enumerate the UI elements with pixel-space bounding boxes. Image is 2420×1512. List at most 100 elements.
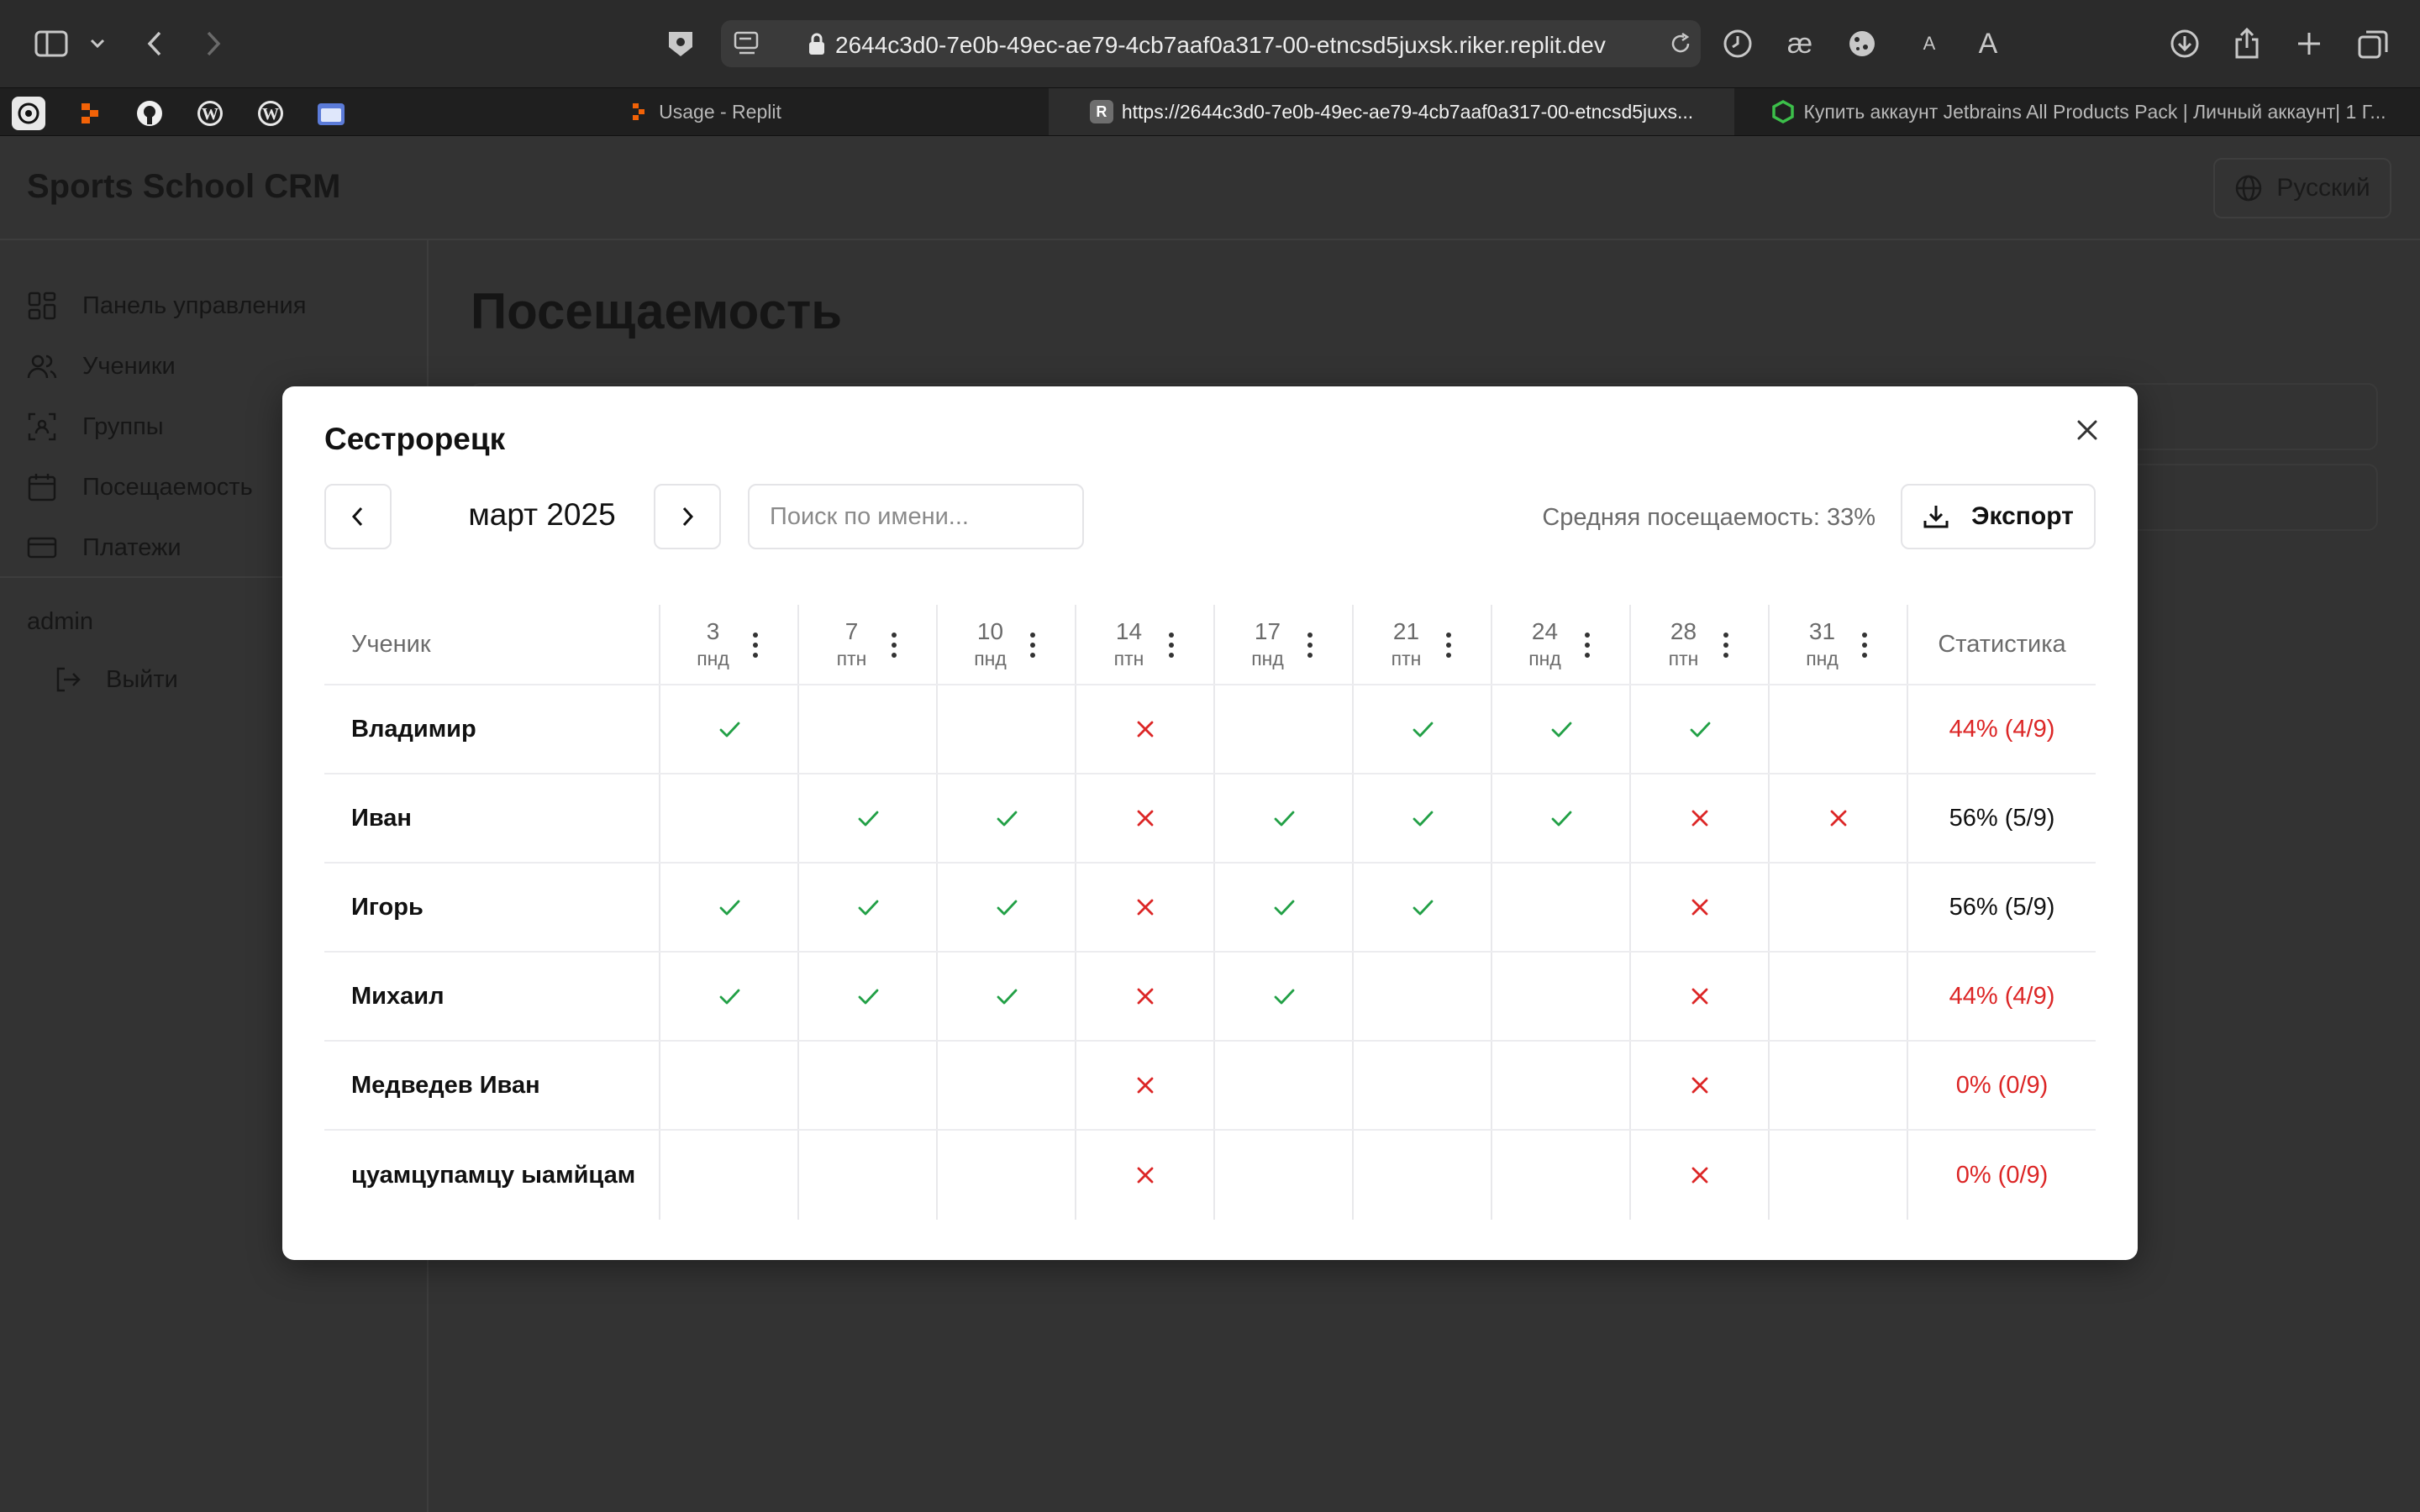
attendance-cell[interactable] <box>660 685 799 773</box>
attendance-cell[interactable] <box>938 1131 1076 1220</box>
history-icon[interactable] <box>1721 25 1754 62</box>
attendance-cell[interactable] <box>1492 1131 1631 1220</box>
attendance-cell[interactable] <box>799 685 938 773</box>
attendance-cell[interactable] <box>660 774 799 862</box>
attendance-cell[interactable] <box>1770 953 1908 1040</box>
attendance-cell[interactable] <box>938 1042 1076 1129</box>
attendance-cell[interactable] <box>1215 864 1354 951</box>
attendance-cell[interactable] <box>1354 685 1492 773</box>
sidebar-item-dashboard[interactable]: Панель управления <box>27 286 306 326</box>
chatgpt-icon[interactable] <box>12 97 45 130</box>
attendance-cell[interactable] <box>1631 1131 1770 1220</box>
attendance-cell[interactable] <box>1770 774 1908 862</box>
attendance-cell[interactable] <box>1631 685 1770 773</box>
attendance-cell[interactable] <box>660 953 799 1040</box>
download-icon[interactable] <box>2168 25 2202 62</box>
column-menu-icon[interactable] <box>1029 630 1036 660</box>
attendance-cell[interactable] <box>938 774 1076 862</box>
attendance-cell[interactable] <box>1492 1042 1631 1129</box>
attendance-cell[interactable] <box>799 864 938 951</box>
tab-overview-icon[interactable] <box>2356 25 2390 62</box>
attendance-cell[interactable] <box>1631 774 1770 862</box>
attendance-cell[interactable] <box>1354 1042 1492 1129</box>
tab-jetbrains[interactable]: Купить аккаунт Jetbrains All Products Pa… <box>1738 88 2420 135</box>
attendance-cell[interactable] <box>660 1131 799 1220</box>
attendance-cell[interactable] <box>660 864 799 951</box>
column-menu-icon[interactable] <box>1307 630 1313 660</box>
attendance-cell[interactable] <box>1354 864 1492 951</box>
attendance-cell[interactable] <box>1215 1042 1354 1129</box>
attendance-cell[interactable] <box>1770 1042 1908 1129</box>
attendance-cell[interactable] <box>938 864 1076 951</box>
attendance-cell[interactable] <box>660 1042 799 1129</box>
cookie-icon[interactable] <box>1845 25 1879 62</box>
column-menu-icon[interactable] <box>1861 630 1868 660</box>
attendance-cell[interactable] <box>1631 864 1770 951</box>
attendance-cell[interactable] <box>1076 864 1215 951</box>
close-icon[interactable] <box>2072 415 2102 445</box>
sidebar-item-payments[interactable]: Платежи <box>27 528 182 568</box>
wordpress-icon[interactable]: W <box>193 97 227 130</box>
column-menu-icon[interactable] <box>1445 630 1452 660</box>
attendance-cell[interactable] <box>1770 864 1908 951</box>
attendance-cell[interactable] <box>1215 1131 1354 1220</box>
attendance-cell[interactable] <box>799 1042 938 1129</box>
folder-icon[interactable] <box>314 97 348 130</box>
sidebar-toggle-icon[interactable] <box>32 25 71 62</box>
attendance-cell[interactable] <box>1631 953 1770 1040</box>
github-icon[interactable] <box>133 97 166 130</box>
attendance-cell[interactable] <box>1076 685 1215 773</box>
column-menu-icon[interactable] <box>1584 630 1591 660</box>
attendance-cell[interactable] <box>1354 1131 1492 1220</box>
sidebar-item-groups[interactable]: Группы <box>27 407 164 447</box>
attendance-cell[interactable] <box>1076 774 1215 862</box>
sidebar-item-students[interactable]: Ученики <box>27 346 176 386</box>
attendance-cell[interactable] <box>1354 774 1492 862</box>
forward-icon[interactable] <box>198 25 229 62</box>
attendance-cell[interactable] <box>1215 953 1354 1040</box>
export-button[interactable]: Экспорт <box>1901 484 2096 549</box>
attendance-cell[interactable] <box>1492 953 1631 1040</box>
attendance-cell[interactable] <box>1770 685 1908 773</box>
attendance-cell[interactable] <box>1492 685 1631 773</box>
page-menu-icon[interactable] <box>733 30 761 57</box>
attendance-cell[interactable] <box>799 774 938 862</box>
wordpress-icon[interactable]: W <box>254 97 287 130</box>
attendance-cell[interactable] <box>1770 1131 1908 1220</box>
column-menu-icon[interactable] <box>752 630 759 660</box>
attendance-cell[interactable] <box>1076 953 1215 1040</box>
address-bar[interactable]: 2644c3d0-7e0b-49ec-ae79-4cb7aaf0a317-00-… <box>721 20 1701 67</box>
attendance-cell[interactable] <box>1354 953 1492 1040</box>
back-icon[interactable] <box>139 25 170 62</box>
logout-button[interactable]: Выйти <box>54 665 178 694</box>
chevron-down-icon[interactable] <box>87 25 108 62</box>
share-icon[interactable] <box>2232 25 2262 62</box>
font-larger-icon[interactable]: A <box>1975 25 2002 62</box>
attendance-cell[interactable] <box>938 953 1076 1040</box>
shield-extension-icon[interactable] <box>664 25 697 62</box>
prev-month-button[interactable] <box>324 484 392 549</box>
tab-current[interactable]: R https://2644c3d0-7e0b-49ec-ae79-4cb7aa… <box>1049 88 1734 135</box>
font-smaller-icon[interactable]: A <box>1919 25 1939 62</box>
attendance-cell[interactable] <box>1215 685 1354 773</box>
column-menu-icon[interactable] <box>1168 630 1175 660</box>
column-menu-icon[interactable] <box>1723 630 1729 660</box>
column-menu-icon[interactable] <box>891 630 897 660</box>
language-button[interactable]: Русский <box>2213 158 2391 218</box>
search-input[interactable] <box>748 484 1084 549</box>
new-tab-icon[interactable] <box>2294 25 2324 62</box>
attendance-cell[interactable] <box>799 1131 938 1220</box>
ae-extension-icon[interactable]: æ <box>1781 25 1818 62</box>
tab-replit-usage[interactable]: Usage - Replit <box>363 88 1045 135</box>
attendance-cell[interactable] <box>1631 1042 1770 1129</box>
reload-icon[interactable] <box>1669 32 1692 55</box>
replit-icon[interactable] <box>72 97 106 130</box>
attendance-cell[interactable] <box>799 953 938 1040</box>
attendance-cell[interactable] <box>1215 774 1354 862</box>
sidebar-item-attendance[interactable]: Посещаемость <box>27 467 253 507</box>
attendance-cell[interactable] <box>1076 1131 1215 1220</box>
attendance-cell[interactable] <box>1492 774 1631 862</box>
next-month-button[interactable] <box>654 484 721 549</box>
attendance-cell[interactable] <box>938 685 1076 773</box>
attendance-cell[interactable] <box>1492 864 1631 951</box>
